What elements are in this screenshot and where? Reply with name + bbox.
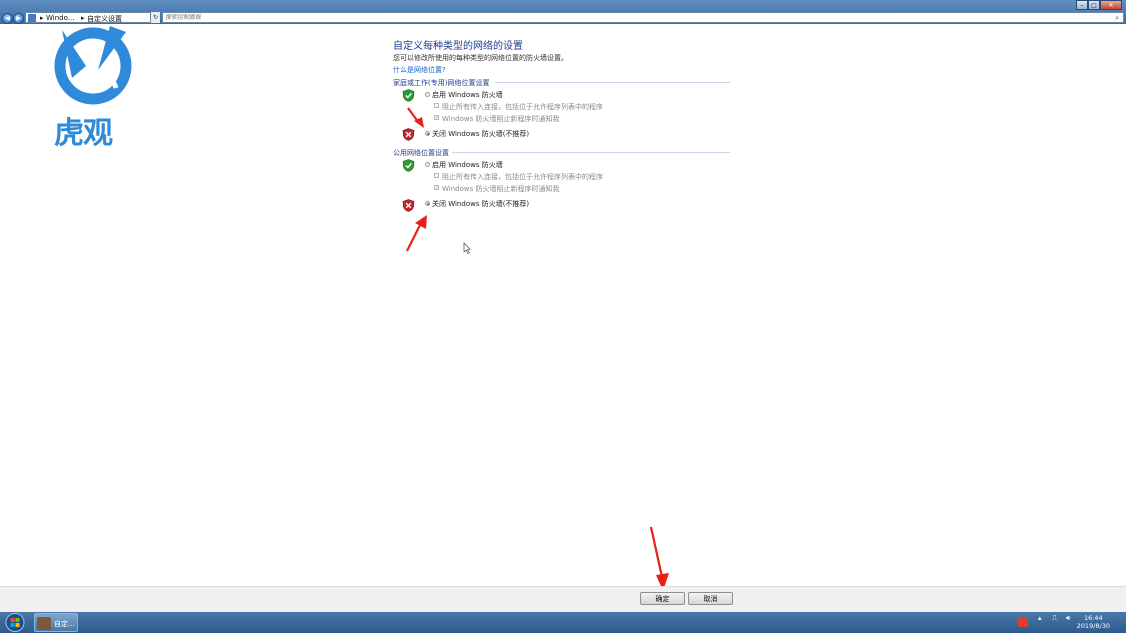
refresh-icon[interactable]: ↻ xyxy=(150,12,160,23)
show-hidden-icons-icon[interactable]: ▴ xyxy=(1038,614,1042,622)
breadcrumb-item-custom-settings[interactable]: 自定义设置 xyxy=(87,14,122,24)
annotation-arrow-icon xyxy=(649,526,669,591)
start-button-icon[interactable] xyxy=(2,612,30,633)
private-notify-label: Windows 防火墙阻止新程序时通知我 xyxy=(442,115,560,123)
private-disable-firewall-radio[interactable] xyxy=(425,131,430,136)
public-notify-label: Windows 防火墙阻止新程序时通知我 xyxy=(442,185,560,193)
public-block-all-label: 阻止所有传入连接，包括位于允许程序列表中的程序 xyxy=(442,173,603,181)
maximize-button[interactable]: □ xyxy=(1088,0,1100,10)
address-bar[interactable]: ▸ Windo... ▸ 自定义设置 xyxy=(25,12,159,23)
firewall-on-shield-icon xyxy=(402,89,415,102)
search-box[interactable]: ⌕ xyxy=(162,12,1126,23)
forward-button[interactable]: ▶ xyxy=(13,13,24,24)
public-notify-checkbox[interactable]: ✓ xyxy=(434,185,439,191)
control-panel-icon xyxy=(28,14,36,22)
taskbar-item-label: 自定... xyxy=(54,620,75,628)
network-location-help-link[interactable]: 什么是网络位置? xyxy=(393,65,446,75)
taskbar-clock[interactable]: 16:44 2019/8/30 xyxy=(1077,614,1110,630)
window-titlebar: ◀ ▶ ▸ Windo... ▸ 自定义设置 ↻ ⌕ – □ ✕ xyxy=(0,0,1126,24)
annotation-arrow-icon xyxy=(407,107,424,128)
public-disable-firewall-radio[interactable] xyxy=(425,201,430,206)
dialog-button-bar xyxy=(0,586,1126,613)
search-input[interactable] xyxy=(163,13,1126,22)
private-block-all-checkbox[interactable] xyxy=(434,103,439,108)
public-enable-firewall-label[interactable]: 启用 Windows 防火墙 xyxy=(432,160,503,170)
public-network-section-title: 公用网络位置设置 xyxy=(393,149,449,157)
private-block-all-label: 阻止所有传入连接，包括位于允许程序列表中的程序 xyxy=(442,103,603,111)
breadcrumb-chevron-icon: ▸ xyxy=(81,14,85,22)
private-disable-firewall-label[interactable]: 关闭 Windows 防火墙(不推荐) xyxy=(432,129,529,139)
input-method-icon[interactable] xyxy=(1018,617,1028,627)
firewall-on-shield-icon xyxy=(402,159,415,172)
annotation-arrow-icon xyxy=(406,215,427,252)
window-controls: – □ ✕ xyxy=(1076,0,1122,10)
breadcrumb-item-windows[interactable]: Windo... xyxy=(46,14,74,22)
public-enable-firewall-radio[interactable] xyxy=(425,162,430,167)
taskbar xyxy=(0,612,1126,633)
logo-text: 虎观 xyxy=(54,116,113,151)
control-panel-icon xyxy=(37,617,51,630)
ok-button[interactable]: 确定 xyxy=(640,592,685,605)
section-divider xyxy=(452,152,730,153)
breadcrumb-chevron-icon: ▸ xyxy=(40,14,44,22)
firewall-off-shield-icon xyxy=(402,199,415,212)
clock-date: 2019/8/30 xyxy=(1076,622,1110,630)
close-button[interactable]: ✕ xyxy=(1100,0,1122,10)
page-title: 自定义每种类型的网络的设置 xyxy=(393,41,523,52)
cancel-button[interactable]: 取消 xyxy=(688,592,733,605)
public-disable-firewall-label[interactable]: 关闭 Windows 防火墙(不推荐) xyxy=(432,199,529,209)
taskbar-item-control-panel[interactable]: 自定... xyxy=(34,613,78,632)
back-button[interactable]: ◀ xyxy=(2,13,13,24)
mouse-cursor-icon xyxy=(463,242,471,254)
private-notify-checkbox[interactable]: ✓ xyxy=(434,115,439,121)
clock-time: 16:44 xyxy=(1083,614,1103,622)
volume-icon[interactable]: 🔊︎ xyxy=(1066,614,1070,623)
private-network-section-title: 家庭或工作(专用)网络位置设置 xyxy=(393,79,490,87)
minimize-button[interactable]: – xyxy=(1076,0,1088,10)
page-description: 您可以修改所使用的每种类型的网络位置的防火墙设置。 xyxy=(393,54,568,62)
network-icon[interactable]: ⎍ xyxy=(1052,614,1057,623)
private-enable-firewall-radio[interactable] xyxy=(425,92,430,97)
public-block-all-checkbox[interactable] xyxy=(434,173,439,178)
private-enable-firewall-label[interactable]: 启用 Windows 防火墙 xyxy=(432,90,503,100)
section-divider xyxy=(495,82,730,83)
search-icon[interactable]: ⌕ xyxy=(1115,14,1119,23)
